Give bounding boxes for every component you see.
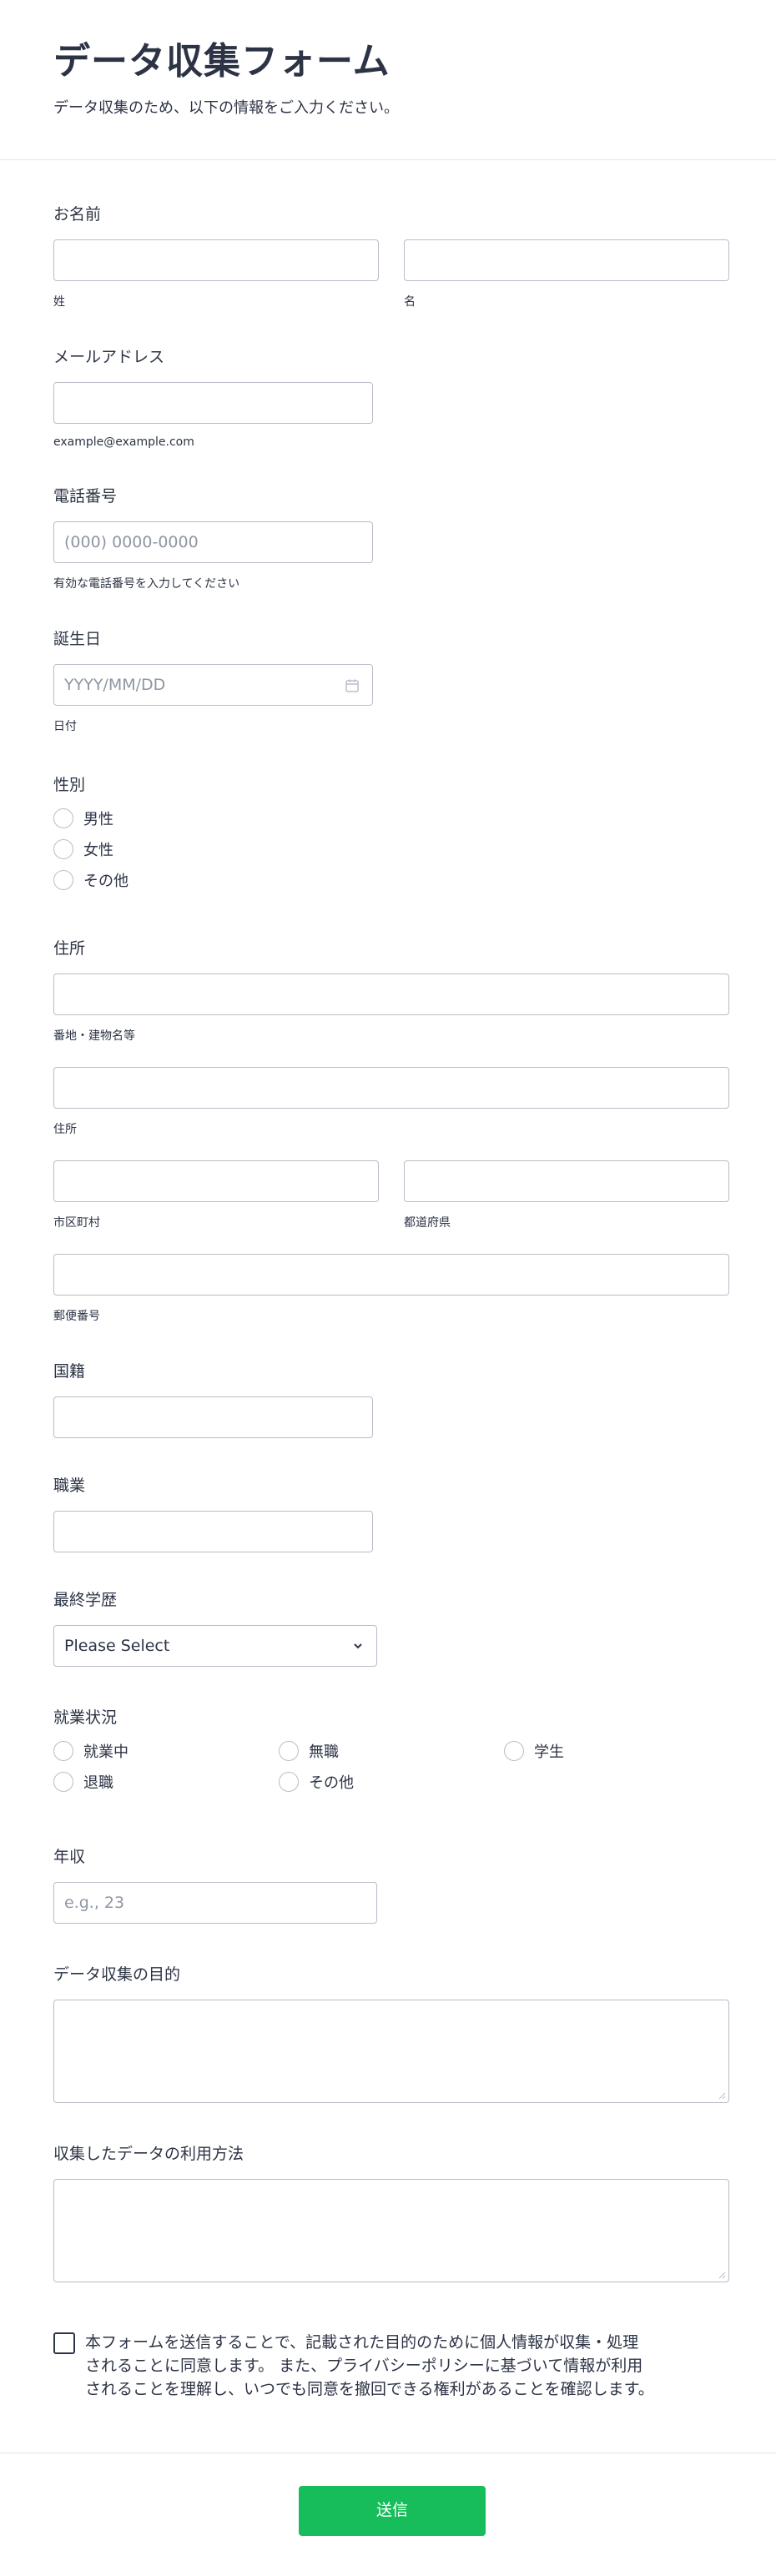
- first-name-sublabel: 姓: [53, 294, 65, 309]
- name-label: お名前: [53, 204, 102, 224]
- employment-label: 就業状況: [53, 1708, 118, 1727]
- radio-circle[interactable]: [53, 1772, 73, 1793]
- first-name-input[interactable]: [53, 239, 379, 281]
- radio-circle[interactable]: [279, 1741, 299, 1762]
- postal-code-sublabel: 郵便番号: [53, 1309, 100, 1323]
- form-body: お名前 姓 名 メールアドレス example@example.com 電話番号…: [0, 202, 776, 2401]
- form-header: データ収集フォーム データ収集のため、以下の情報をご入力ください。: [0, 0, 776, 160]
- radio-label: 無職: [309, 1743, 339, 1762]
- usage-textarea[interactable]: [53, 2178, 729, 2282]
- form-page: データ収集フォーム データ収集のため、以下の情報をご入力ください。 お名前 姓 …: [0, 0, 776, 2576]
- address-field: 住所 番地・建物名等 住所 市区町村 都道府県 郵便番号: [53, 936, 729, 1324]
- radio-circle[interactable]: [53, 1741, 73, 1762]
- occupation-field: 職業: [53, 1473, 729, 1552]
- consent-field: 本フォームを送信することで、記載された目的のために個人情報が収集・処理されること…: [53, 2331, 729, 2401]
- radio-label: 男性: [83, 811, 113, 829]
- street-input[interactable]: [53, 973, 729, 1015]
- consent-checkbox-row[interactable]: 本フォームを送信することで、記載された目的のために個人情報が収集・処理されること…: [53, 2331, 654, 2401]
- nationality-input[interactable]: [53, 1396, 373, 1438]
- street-sublabel: 番地・建物名等: [53, 1029, 135, 1043]
- gender-option-female[interactable]: 女性: [53, 834, 729, 865]
- address-line-input[interactable]: [53, 1066, 729, 1109]
- income-label: 年収: [53, 1847, 86, 1866]
- consent-text: 本フォームを送信することで、記載された目的のために個人情報が収集・処理されること…: [85, 2332, 654, 2398]
- gender-label: 性別: [53, 775, 86, 794]
- city-input[interactable]: [53, 1160, 379, 1202]
- occupation-input[interactable]: [53, 1510, 373, 1552]
- postal-code-input[interactable]: [53, 1253, 729, 1296]
- form-footer: 送信: [0, 2453, 776, 2576]
- radio-label: 学生: [534, 1743, 564, 1762]
- radio-circle[interactable]: [53, 839, 73, 860]
- last-name-input[interactable]: [404, 239, 729, 281]
- purpose-label: データ収集の目的: [53, 1965, 181, 1984]
- email-sublabel: example@example.com: [53, 435, 194, 449]
- radio-circle[interactable]: [504, 1741, 524, 1762]
- birthday-input[interactable]: YYYY/MM/DD: [53, 663, 373, 706]
- nationality-field: 国籍: [53, 1359, 729, 1438]
- employment-option-employed[interactable]: 就業中: [53, 1736, 279, 1767]
- city-sublabel: 市区町村: [53, 1215, 100, 1230]
- calendar-icon[interactable]: [344, 677, 360, 694]
- submit-button[interactable]: 送信: [299, 2486, 486, 2536]
- resize-grip-icon[interactable]: [718, 2091, 726, 2100]
- consent-checkbox[interactable]: [53, 2332, 75, 2354]
- prefecture-sublabel: 都道府県: [404, 1215, 451, 1230]
- usage-field: 収集したデータの利用方法: [53, 2141, 729, 2282]
- education-field: 最終学歴 Please Select: [53, 1587, 729, 1667]
- phone-input[interactable]: (000) 0000-0000: [53, 521, 373, 563]
- page-title: データ収集フォーム: [53, 40, 391, 83]
- last-name-sublabel: 名: [404, 294, 416, 309]
- employment-option-unemployed[interactable]: 無職: [279, 1736, 504, 1767]
- radio-circle[interactable]: [53, 808, 73, 829]
- gender-option-other[interactable]: その他: [53, 865, 729, 896]
- radio-label: 退職: [83, 1774, 113, 1793]
- employment-option-student[interactable]: 学生: [504, 1736, 729, 1767]
- address-label: 住所: [53, 938, 86, 958]
- employment-option-other[interactable]: その他: [279, 1767, 504, 1798]
- radio-circle[interactable]: [53, 870, 73, 891]
- email-label: メールアドレス: [53, 347, 165, 366]
- birthday-sublabel: 日付: [53, 719, 77, 733]
- radio-label: 就業中: [83, 1743, 128, 1762]
- address-line-sublabel: 住所: [53, 1122, 77, 1136]
- gender-field: 性別 男性 女性 その他: [53, 772, 729, 896]
- phone-sublabel: 有効な電話番号を入力してください: [53, 576, 240, 591]
- education-label: 最終学歴: [53, 1590, 118, 1609]
- education-selected-value: Please Select: [64, 1636, 170, 1655]
- radio-label: 女性: [83, 842, 113, 860]
- birthday-placeholder: YYYY/MM/DD: [64, 675, 166, 694]
- employment-field: 就業状況 就業中 無職 学生 退職 その他: [53, 1705, 729, 1798]
- page-subtitle: データ収集のため、以下の情報をご入力ください。: [53, 98, 399, 117]
- occupation-label: 職業: [53, 1476, 86, 1495]
- phone-label: 電話番号: [53, 486, 118, 506]
- radio-label: その他: [83, 873, 128, 891]
- name-field: お名前 姓 名: [53, 202, 729, 309]
- chevron-down-icon: [354, 1643, 362, 1649]
- email-input[interactable]: [53, 381, 373, 424]
- radio-circle[interactable]: [279, 1772, 299, 1793]
- employment-option-retired[interactable]: 退職: [53, 1767, 279, 1798]
- radio-label: その他: [309, 1774, 354, 1793]
- income-input[interactable]: e.g., 23: [53, 1881, 377, 1924]
- prefecture-input[interactable]: [404, 1160, 729, 1202]
- income-field: 年収 e.g., 23: [53, 1844, 729, 1924]
- birthday-label: 誕生日: [53, 629, 102, 648]
- email-field: メールアドレス example@example.com: [53, 345, 729, 449]
- usage-label: 収集したデータの利用方法: [53, 2144, 244, 2163]
- purpose-textarea[interactable]: [53, 1999, 729, 2103]
- nationality-label: 国籍: [53, 1361, 86, 1381]
- education-select[interactable]: Please Select: [53, 1624, 377, 1667]
- resize-grip-icon[interactable]: [718, 2271, 726, 2279]
- purpose-field: データ収集の目的: [53, 1962, 729, 2103]
- phone-field: 電話番号 (000) 0000-0000 有効な電話番号を入力してください: [53, 484, 729, 591]
- gender-option-male[interactable]: 男性: [53, 803, 729, 834]
- birthday-field: 誕生日 YYYY/MM/DD 日付: [53, 626, 729, 734]
